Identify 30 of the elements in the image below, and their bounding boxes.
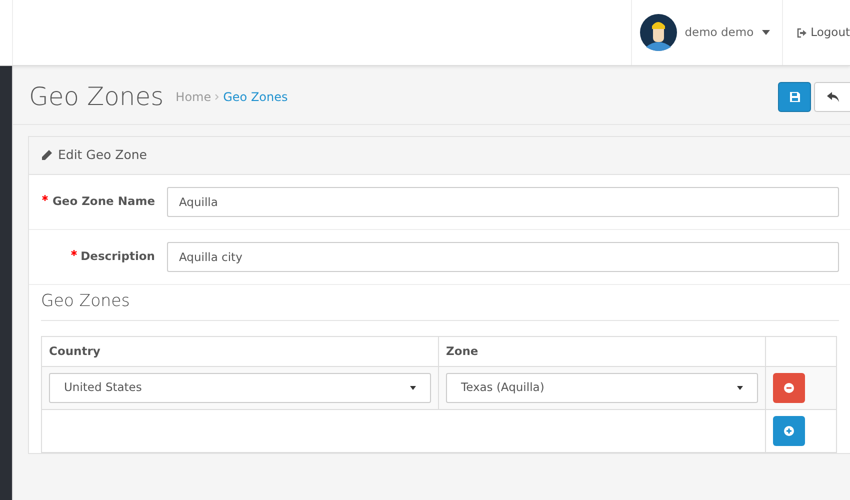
select-field[interactable]: United States <box>49 372 431 403</box>
save-button[interactable] <box>778 82 811 112</box>
text-input[interactable]: Aquilla city <box>167 242 839 272</box>
select-field[interactable]: Texas (Aquilla) <box>446 372 758 403</box>
logout-link[interactable]: Logout <box>782 0 850 65</box>
minus-circle-icon <box>784 382 794 393</box>
caret-icon <box>762 30 770 35</box>
sign-out-icon <box>796 28 807 38</box>
section-heading: Geo Zones <box>41 288 839 320</box>
page-title: Geo Zones <box>29 82 164 112</box>
back-button[interactable] <box>814 82 850 112</box>
user-menu[interactable]: demo demo <box>630 0 783 65</box>
plus-circle-icon <box>784 426 794 436</box>
required-icon <box>42 195 48 202</box>
reply-icon <box>826 92 838 102</box>
panel-title: Edit Geo Zone <box>58 146 148 164</box>
column-header: Country <box>42 336 438 366</box>
remove-button[interactable] <box>773 372 805 403</box>
avatar-icon <box>640 14 677 51</box>
add-button[interactable] <box>773 416 805 446</box>
field-label: Geo Zone Name <box>29 193 167 210</box>
chevron-icon <box>215 94 220 100</box>
field-label: Description <box>29 248 167 266</box>
pencil-icon <box>41 150 52 161</box>
save-icon <box>790 92 800 102</box>
required-icon <box>70 250 77 256</box>
caret-icon <box>410 386 416 390</box>
caret-icon <box>737 386 743 390</box>
column-header: Zone <box>438 336 766 366</box>
text-input[interactable]: Aquilla <box>167 186 839 217</box>
